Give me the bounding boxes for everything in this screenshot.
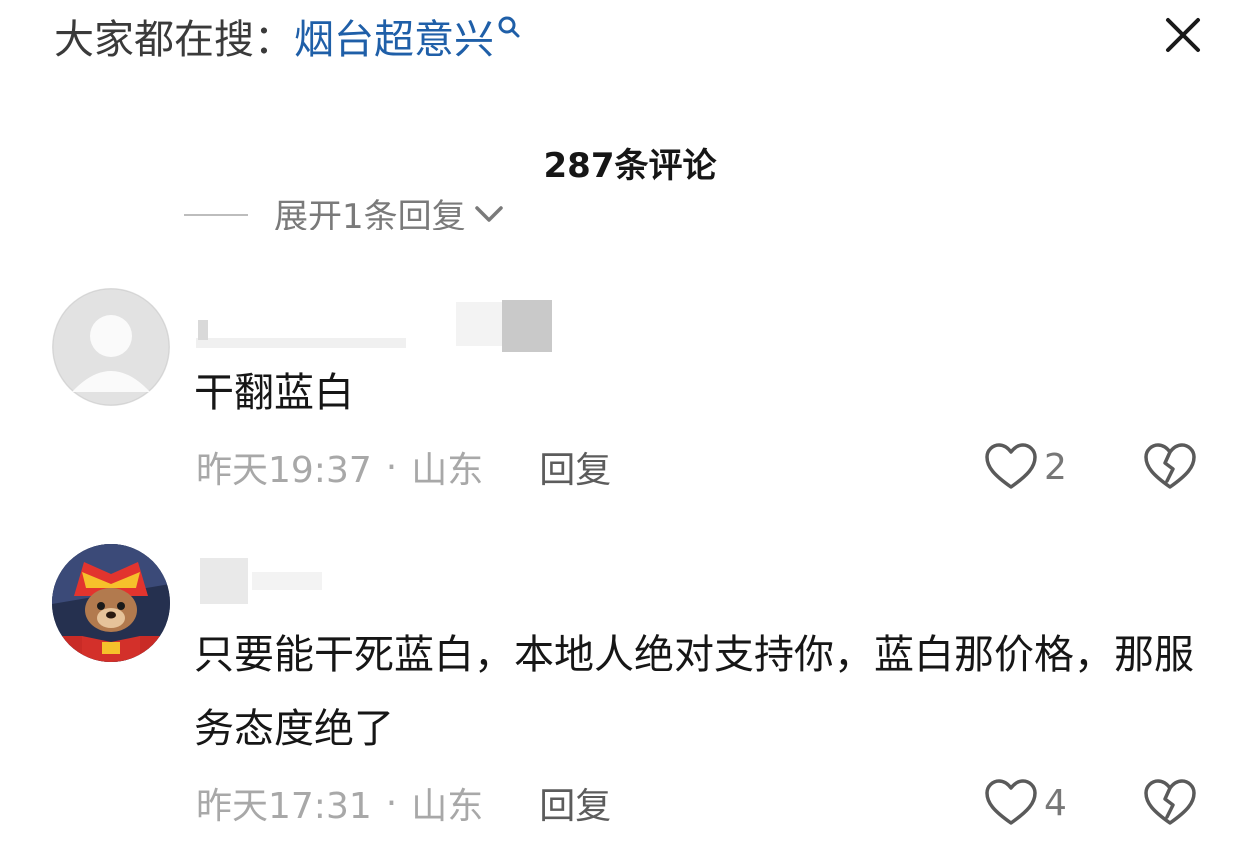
broken-heart-icon — [1144, 443, 1196, 489]
comment-text: 干翻蓝白 — [194, 370, 354, 416]
divider — [184, 214, 248, 216]
search-suggestion-bar[interactable]: 大家都在搜： 烟台超意兴 — [54, 8, 522, 64]
comment-text: 只要能干死蓝白，本地人绝对支持你，蓝白那价格，那服务态度绝了 — [194, 632, 1194, 752]
reply-button[interactable]: 回复 — [539, 777, 611, 829]
avatar[interactable] — [52, 288, 170, 406]
username-redacted[interactable] — [196, 296, 556, 356]
meta-separator: · — [385, 782, 398, 824]
comment-meta: 昨天17:31 · 山东 回复 — [196, 778, 611, 828]
like-button[interactable]: 4 — [984, 778, 1067, 828]
comments-panel: 大家都在搜： 烟台超意兴 287条评论 展开1条回复 干翻蓝白 昨天19:37 … — [0, 0, 1260, 847]
like-count: 4 — [1044, 782, 1067, 824]
expand-replies-label: 展开1条回复 — [274, 197, 466, 230]
reply-button[interactable]: 回复 — [539, 441, 611, 493]
search-prefix: 大家都在搜： — [54, 17, 294, 63]
heart-icon — [985, 443, 1037, 489]
dislike-button[interactable] — [1142, 442, 1198, 492]
close-icon — [1166, 18, 1200, 52]
comment-item: 干翻蓝白 昨天19:37 · 山东 回复 2 — [0, 286, 1260, 506]
comment-time: 昨天19:37 — [196, 450, 372, 491]
like-count: 2 — [1044, 446, 1067, 488]
cartoon-avatar-image — [52, 544, 170, 662]
chevron-down-icon — [474, 206, 503, 222]
redaction-blur — [200, 558, 322, 604]
broken-heart-icon — [1144, 779, 1196, 825]
search-term-link[interactable]: 烟台超意兴 — [294, 7, 494, 65]
search-icon — [498, 16, 520, 38]
expand-replies-button[interactable]: 展开1条回复 — [184, 186, 504, 230]
comment-location: 山东 — [411, 450, 484, 491]
meta-separator: · — [385, 446, 398, 488]
dislike-button[interactable] — [1142, 778, 1198, 828]
username-redacted[interactable] — [196, 550, 556, 610]
redaction-blur — [196, 300, 552, 352]
avatar[interactable] — [52, 544, 170, 662]
comment-location: 山东 — [411, 786, 484, 827]
like-button[interactable]: 2 — [984, 442, 1067, 492]
comment-time: 昨天17:31 — [196, 786, 372, 827]
comment-item: 只要能干死蓝白，本地人绝对支持你，蓝白那价格，那服务态度绝了 昨天17:31 ·… — [0, 544, 1260, 834]
close-button[interactable] — [1158, 10, 1208, 60]
heart-icon — [985, 779, 1037, 825]
comment-meta: 昨天19:37 · 山东 回复 — [196, 442, 611, 492]
default-avatar-icon — [52, 288, 170, 406]
